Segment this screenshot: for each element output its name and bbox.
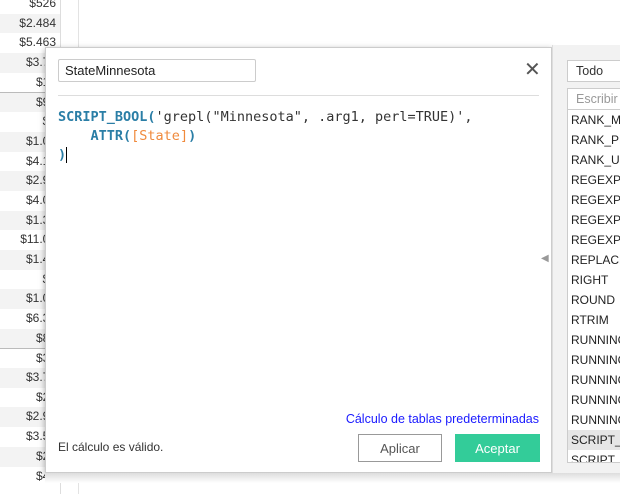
function-list-item[interactable]: REPLACE — [568, 250, 620, 270]
function-list-item[interactable]: REGEXP_ — [568, 190, 620, 210]
function-list-item[interactable]: RIGHT — [568, 270, 620, 290]
function-list-item[interactable]: RUNNING — [568, 410, 620, 430]
function-list[interactable]: RANK_MRANK_PERANK_UNREGEXP_REGEXP_REGEXP… — [567, 110, 620, 463]
code-function: SCRIPT_BOOL — [58, 109, 148, 125]
formula-editor[interactable]: SCRIPT_BOOL('grepl("Minnesota", .arg1, p… — [58, 108, 473, 165]
function-list-item[interactable]: RTRIM — [568, 310, 620, 330]
code-function: ATTR — [90, 128, 124, 144]
code-paren: ( — [123, 128, 132, 144]
function-list-item[interactable]: RUNNING — [568, 350, 620, 370]
close-icon[interactable]: ✕ — [524, 60, 541, 80]
function-list-item[interactable]: RANK_M — [568, 110, 620, 130]
calculation-name-input[interactable]: StateMinnesota — [58, 59, 256, 82]
function-list-item[interactable]: SCRIPT_ — [568, 430, 620, 450]
function-list-item[interactable]: REGEXP_ — [568, 210, 620, 230]
value-cell: $2.484 — [0, 13, 60, 34]
function-search-input[interactable]: Escribir — [567, 88, 620, 110]
text-cursor — [66, 147, 68, 163]
value-cell: $526 — [29, 0, 56, 10]
code-paren: ) — [188, 128, 197, 144]
function-list-item[interactable]: RANK_UN — [568, 150, 620, 170]
apply-button[interactable]: Aplicar — [358, 434, 442, 462]
validation-status: El cálculo es válido. — [58, 440, 164, 454]
ok-button[interactable]: Aceptar — [455, 434, 540, 462]
functions-panel: Todo Escribir RANK_MRANK_PERANK_UNREGEXP… — [552, 45, 620, 473]
function-list-item[interactable]: RUNNING — [568, 390, 620, 410]
code-field: [State] — [131, 128, 189, 144]
calculation-editor-dialog: StateMinnesota ✕ SCRIPT_BOOL('grepl("Min… — [45, 47, 552, 473]
function-list-item[interactable]: RANK_PE — [568, 130, 620, 150]
divider — [58, 95, 539, 96]
function-list-item[interactable]: ROUND — [568, 290, 620, 310]
code-paren: ) — [58, 147, 67, 163]
code-paren: ( — [147, 109, 156, 125]
collapse-panel-arrow-icon[interactable]: ◀ — [541, 253, 549, 264]
function-list-item[interactable]: RUNNING — [568, 330, 620, 350]
code-string: 'grepl("Minnesota", .arg1, perl=TRUE)', — [155, 109, 473, 125]
function-category-select[interactable]: Todo — [567, 60, 620, 82]
function-list-item[interactable]: REGEXP_ — [568, 170, 620, 190]
function-list-item[interactable]: REGEXP_ — [568, 230, 620, 250]
function-list-item[interactable]: RUNNING — [568, 370, 620, 390]
dialog-shadow — [45, 473, 620, 483]
default-table-calc-link[interactable]: Cálculo de tablas predeterminadas — [346, 412, 539, 426]
function-list-item[interactable]: SCRIPT_ — [568, 450, 620, 462]
